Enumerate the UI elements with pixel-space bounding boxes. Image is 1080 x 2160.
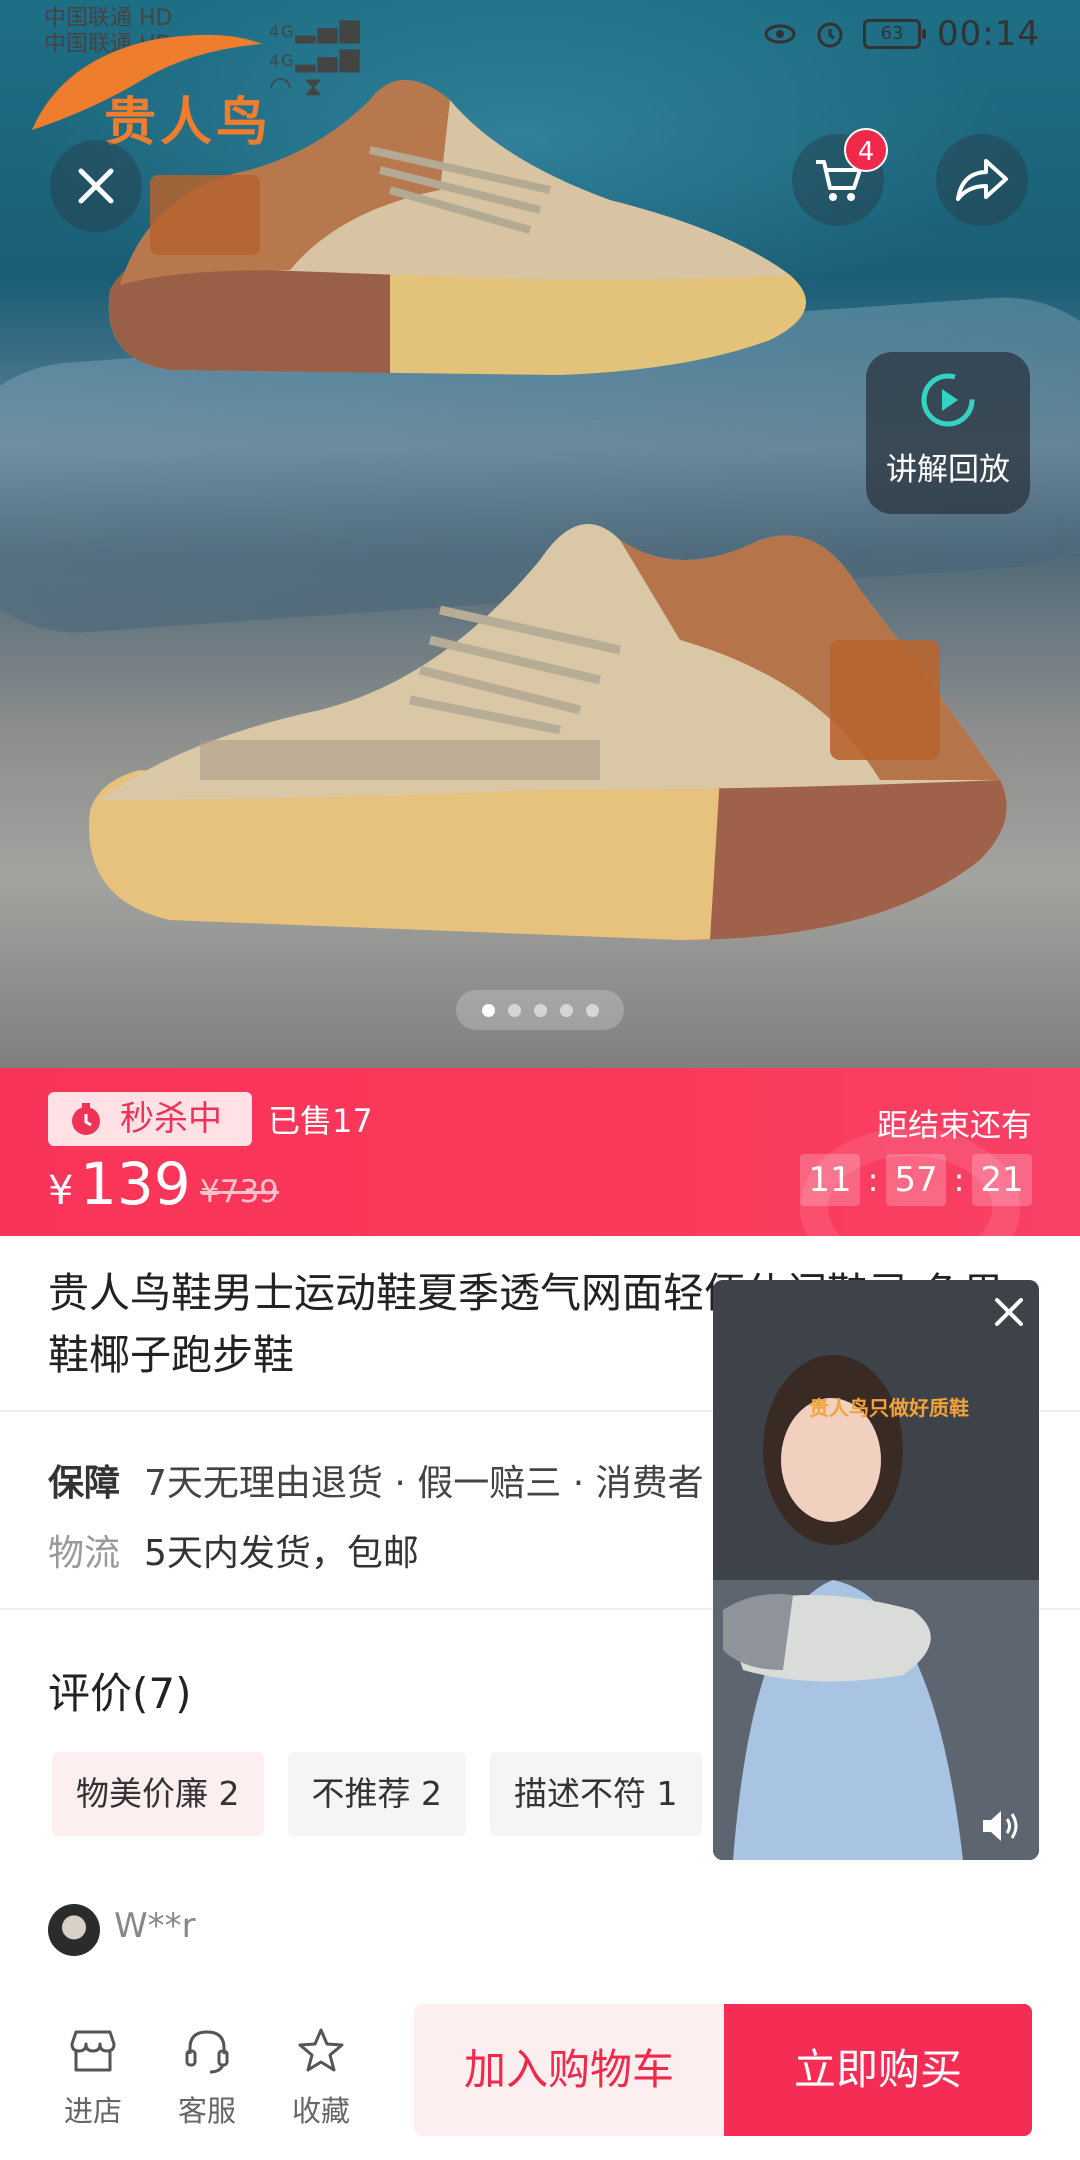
customer-service-button[interactable]: 客服 — [162, 2024, 252, 2130]
original-price: ¥739 — [200, 1174, 279, 1210]
countdown-seconds: 21 — [972, 1154, 1032, 1206]
share-icon — [956, 159, 1008, 201]
carousel-dot[interactable] — [507, 1003, 521, 1017]
guarantee-row[interactable]: 保障 7天无理由退货 · 假一赔三 · 消费者 — [48, 1454, 704, 1506]
logistics-row: 物流 5天内发货，包邮 — [48, 1524, 419, 1576]
replay-label: 讲解回放 — [886, 452, 1010, 488]
share-button[interactable] — [936, 134, 1028, 226]
carousel-indicator — [456, 990, 624, 1030]
logistics-value: 5天内发货，包邮 — [144, 1533, 419, 1574]
carousel-dot[interactable] — [481, 1003, 495, 1017]
close-button[interactable] — [50, 140, 142, 232]
guarantee-label: 保障 — [48, 1463, 121, 1504]
close-icon — [78, 168, 114, 204]
stopwatch-icon — [72, 1103, 100, 1135]
service-label: 客服 — [177, 2094, 236, 2128]
brand-logo-text: 贵人鸟 — [104, 93, 273, 153]
countdown-label: 距结束还有 — [877, 1108, 1032, 1144]
favorite-button[interactable]: 收藏 — [276, 2024, 366, 2130]
review-tags: 物美价廉 2 不推荐 2 描述不符 1 — [52, 1752, 702, 1836]
countdown-separator: : — [953, 1161, 965, 1199]
reviews-title[interactable]: 评价(7) — [48, 1660, 192, 1721]
battery-icon: 63 — [863, 19, 927, 49]
buy-now-button[interactable]: 立即购买 — [724, 2004, 1032, 2136]
eye-icon — [764, 24, 796, 44]
carousel-dot[interactable] — [533, 1003, 547, 1017]
review-tag[interactable]: 物美价廉 2 — [52, 1752, 264, 1836]
carousel-dot[interactable] — [585, 1003, 599, 1017]
cart-button[interactable]: 4 — [792, 128, 888, 226]
countdown-hours: 11 — [800, 1154, 860, 1206]
product-image-carousel[interactable]: 中国联通 HD 中国联通 HD 4G▂▄▆ 4G▂▄▆ ◠ ⧗ 63 00:14… — [0, 0, 1080, 1068]
hourglass-icon: ⧗ — [303, 72, 325, 102]
close-icon[interactable] — [987, 1290, 1031, 1334]
flash-sale-bar: 秒杀中 已售17 ¥ 139 ¥739 距结束还有 11 : 57 : 21 — [0, 1068, 1080, 1236]
bottom-action-bar: 进店 客服 收藏 加入购物车 立即购买 — [0, 1980, 1080, 2160]
floating-video-player[interactable]: 贵人鸟只做好质鞋 — [713, 1280, 1039, 1860]
store-label: 进店 — [63, 2094, 122, 2128]
countdown-separator: : — [867, 1161, 879, 1199]
avatar — [48, 1904, 100, 1956]
seckill-badge: 秒杀中 — [48, 1092, 252, 1146]
favorite-label: 收藏 — [291, 2094, 350, 2128]
review-item: W**r — [48, 1904, 196, 1956]
battery-level: 63 — [880, 23, 904, 44]
replay-explanation-button[interactable]: 讲解回放 — [866, 352, 1030, 514]
product-shoe-image-lower — [89, 524, 1007, 940]
price-currency: ¥ — [48, 1168, 74, 1214]
review-tag[interactable]: 描述不符 1 — [490, 1752, 702, 1836]
volume-icon[interactable] — [979, 1806, 1025, 1846]
carousel-dot[interactable] — [559, 1003, 573, 1017]
signal-icon: 4G▂▄▆ 4G▂▄▆ ◠ ⧗ — [269, 14, 362, 102]
guarantee-value: 7天无理由退货 · 假一赔三 · 消费者 — [144, 1463, 704, 1504]
logistics-label: 物流 — [48, 1533, 121, 1574]
video-brand-logo: 贵人鸟只做好质鞋 — [809, 1396, 969, 1420]
store-button[interactable]: 进店 — [48, 2024, 138, 2130]
star-icon — [298, 2028, 344, 2072]
store-icon — [70, 2030, 116, 2072]
reviewer-name: W**r — [114, 1906, 196, 1946]
sale-price: 139 — [80, 1150, 191, 1218]
play-icon — [921, 373, 975, 427]
countdown-timer: 11 : 57 : 21 — [800, 1154, 1032, 1206]
status-time: 00:14 — [937, 14, 1040, 54]
seckill-label: 秒杀中 — [120, 1099, 222, 1139]
add-to-cart-button[interactable]: 加入购物车 — [414, 2004, 724, 2136]
review-tag[interactable]: 不推荐 2 — [287, 1752, 466, 1836]
countdown-minutes: 57 — [886, 1154, 946, 1206]
cart-count-badge: 4 — [844, 128, 888, 172]
sold-count: 已售17 — [268, 1102, 373, 1140]
headset-icon — [185, 2030, 229, 2074]
video-frame — [713, 1280, 1039, 1860]
alarm-icon — [817, 22, 843, 48]
